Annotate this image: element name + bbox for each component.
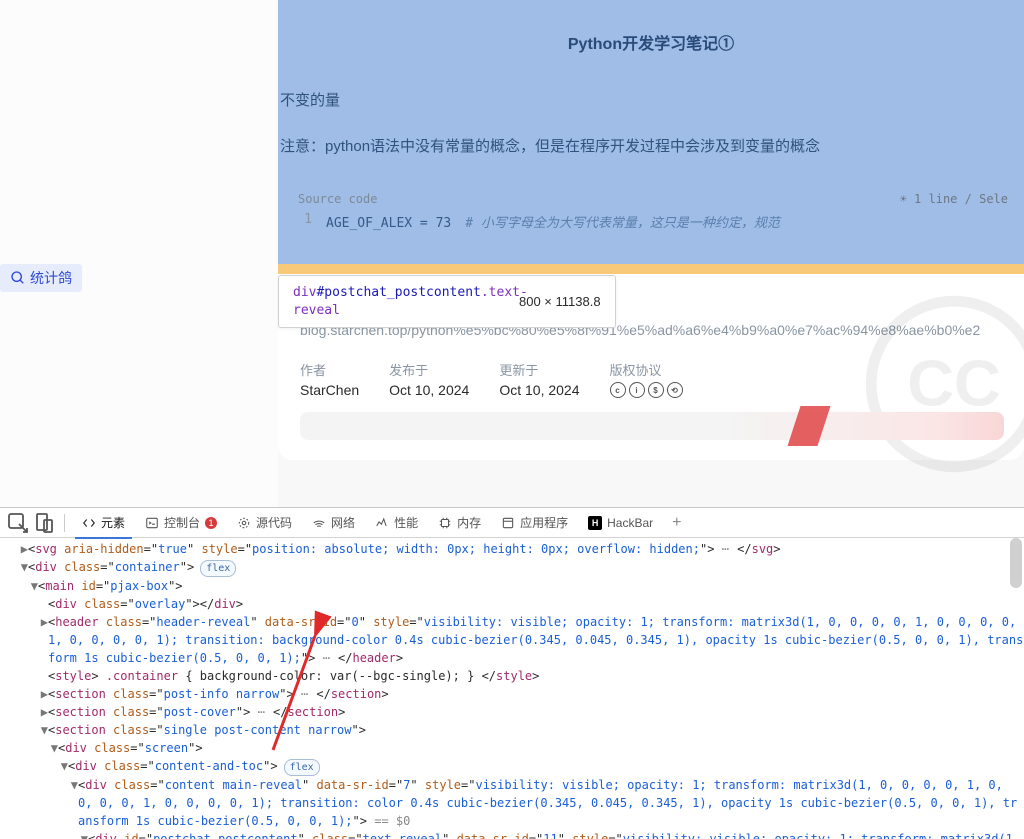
code-header-right: ☀ 1 line / Sele: [900, 192, 1008, 206]
license-label: 版权协议: [610, 360, 683, 379]
page-viewport: 统计鸽 Python开发学习笔记① 不变的量 注意：python语法中没有常量的…: [0, 0, 1024, 507]
highlight-margin-indicator: [278, 264, 1024, 274]
main-content: Python开发学习笔记① 不变的量 注意：python语法中没有常量的概念，但…: [278, 0, 1024, 507]
left-sidebar: 统计鸽: [0, 0, 278, 507]
dom-tree-line[interactable]: ▶<header class="header-reveal" data-sr-i…: [10, 613, 1024, 667]
post-text-1: 不变的量: [278, 54, 1024, 110]
inspect-element-button[interactable]: [6, 511, 30, 535]
dom-tree-line[interactable]: ▼<main id="pjax-box">: [10, 577, 1024, 595]
elements-tree[interactable]: ▶<svg aria-hidden="true" style="position…: [0, 538, 1024, 839]
dom-tree-line[interactable]: ▼<div id="postchat_postcontent" class="t…: [10, 830, 1024, 839]
post-text-2: 注意：python语法中没有常量的概念，但是在程序开发过程中会涉及到变量的概念: [278, 110, 1024, 156]
svg-text:CC: CC: [907, 347, 1001, 420]
dom-tree-line[interactable]: ▶<section class="post-cover"> ⋯ </sectio…: [10, 703, 1024, 721]
inspected-element-highlight: Python开发学习笔记① 不变的量 注意：python语法中没有常量的概念，但…: [278, 0, 1024, 264]
tab-application[interactable]: 应用程序: [492, 508, 577, 538]
red-streak: [788, 406, 831, 446]
tab-console[interactable]: 控制台1: [136, 508, 226, 538]
add-tab-button[interactable]: +: [664, 514, 689, 532]
updated-label: 更新于: [499, 360, 579, 379]
dom-tree-line[interactable]: ▶<section class="post-info narrow"> ⋯ </…: [10, 685, 1024, 703]
post-title-heading: Python开发学习笔记①: [278, 0, 1024, 54]
console-error-badge: 1: [205, 517, 217, 529]
stats-label: 统计鸽: [30, 268, 72, 288]
dom-tree-line[interactable]: ▼<div class="content-and-toc">flex: [10, 757, 1024, 776]
tab-network[interactable]: 网络: [303, 508, 364, 538]
tab-performance[interactable]: 性能: [366, 508, 427, 538]
nc-icon: $: [648, 382, 664, 398]
published-value: Oct 10, 2024: [389, 382, 469, 398]
tab-elements[interactable]: 元素: [73, 508, 134, 538]
devtools-tabbar: 元素 控制台1 源代码 网络 性能 内存 应用程序 HHackBar +: [0, 508, 1024, 538]
author-value: StarChen: [300, 382, 359, 398]
inspector-tooltip: div#postchat_postcontent.text-reveal 800…: [278, 275, 616, 328]
cc-icon: c: [610, 382, 626, 398]
tooltip-dimensions: 800 × 11138.8: [519, 294, 601, 309]
tab-sources[interactable]: 源代码: [228, 508, 301, 538]
decorative-strip: [300, 412, 1004, 440]
device-toolbar-button[interactable]: [32, 511, 56, 535]
tab-memory[interactable]: 内存: [429, 508, 490, 538]
license-icons[interactable]: c i $ ⟲: [610, 382, 683, 398]
dom-tree-line[interactable]: ▼<section class="single post-content nar…: [10, 721, 1024, 739]
hackbar-icon: H: [588, 516, 602, 530]
published-label: 发布于: [389, 360, 469, 379]
author-label: 作者: [300, 360, 359, 379]
code-line-content: AGE_OF_ALEX = 73# 小写字母全为大写代表常量，这只是一种约定，规…: [326, 212, 1008, 231]
code-line-number: 1: [286, 212, 326, 231]
cc-watermark-icon: CC: [864, 294, 1024, 474]
dom-tree-line[interactable]: <div class="overlay"></div>: [10, 595, 1024, 613]
search-icon: [10, 270, 26, 286]
devtools-panel: 元素 控制台1 源代码 网络 性能 内存 应用程序 HHackBar + ▶<s…: [0, 507, 1024, 839]
dom-tree-line[interactable]: <style> .container { background-color: v…: [10, 667, 1024, 685]
by-icon: i: [629, 382, 645, 398]
tab-hackbar[interactable]: HHackBar: [579, 508, 662, 538]
elements-scrollbar[interactable]: [1010, 538, 1022, 588]
dom-tree-line[interactable]: ▼<div class="content main-reveal" data-s…: [10, 776, 1024, 830]
code-block: Source code ☀ 1 line / Sele 1 AGE_OF_ALE…: [278, 186, 1024, 239]
dom-tree-line[interactable]: ▼<div class="screen">: [10, 739, 1024, 757]
stats-badge[interactable]: 统计鸽: [0, 264, 82, 292]
tooltip-selector-text: div#postchat_postcontent.text-reveal: [293, 284, 503, 319]
updated-value: Oct 10, 2024: [499, 382, 579, 398]
code-header-label: Source code: [298, 192, 377, 206]
dom-tree-line[interactable]: ▼<div class="container">flex: [10, 558, 1024, 577]
dom-tree-line[interactable]: ▶<svg aria-hidden="true" style="position…: [10, 540, 1024, 558]
sa-icon: ⟲: [667, 382, 683, 398]
